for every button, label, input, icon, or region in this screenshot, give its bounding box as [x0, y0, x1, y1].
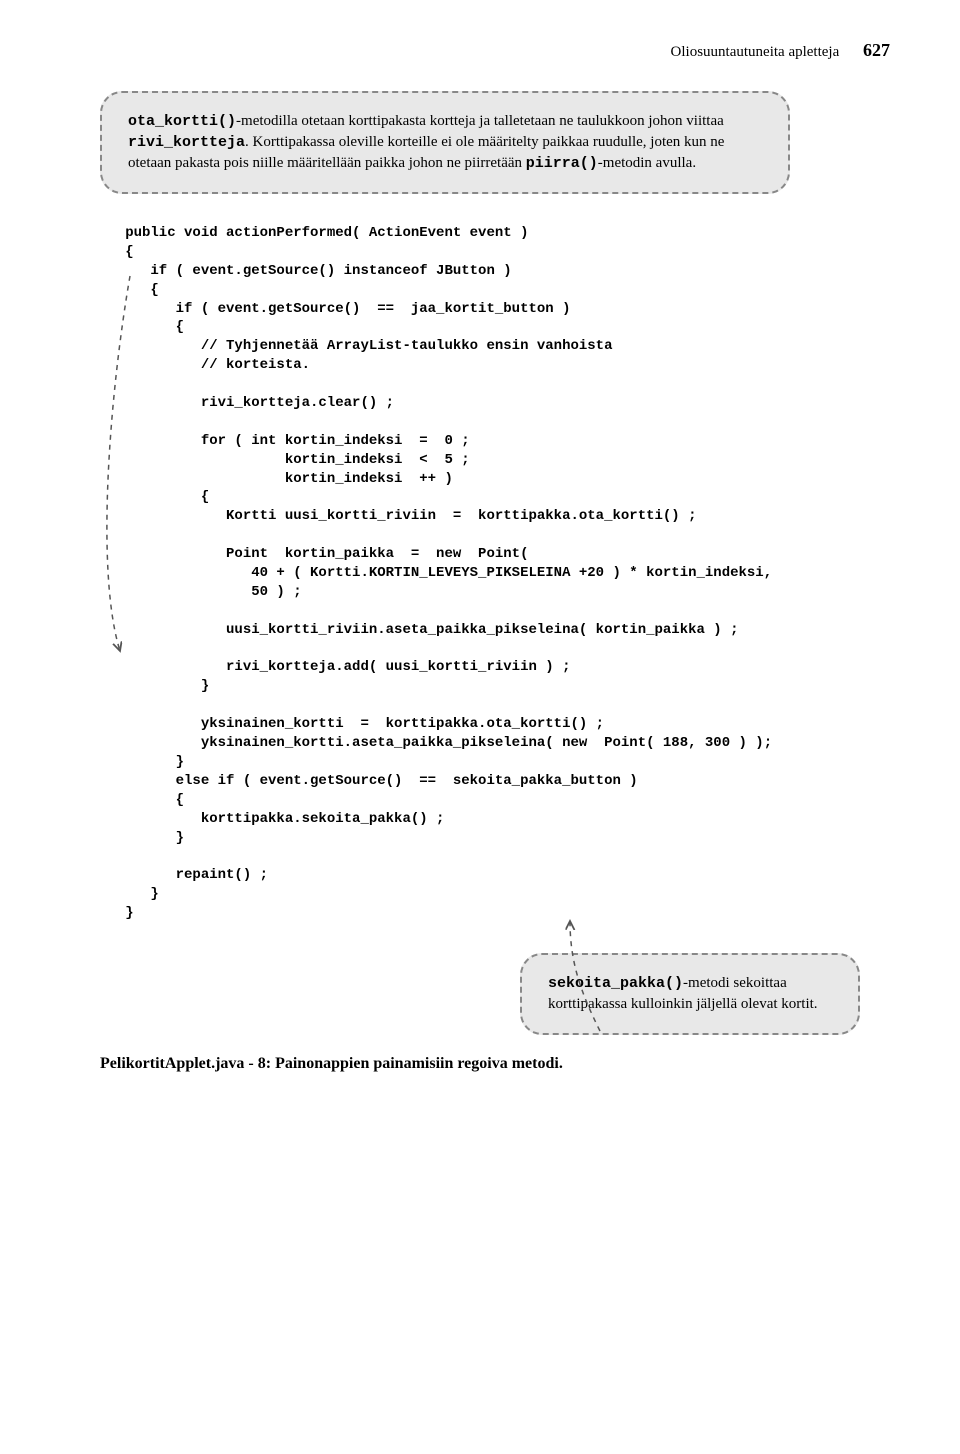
code-line: for ( int kortin_indeksi = 0 ; — [100, 433, 470, 449]
code-line: yksinainen_kortti.aseta_paikka_pikselein… — [100, 735, 772, 751]
code-token: piirra() — [526, 155, 598, 172]
code-line: public void actionPerformed( ActionEvent… — [100, 225, 528, 241]
code-line: if ( event.getSource() instanceof JButto… — [100, 263, 512, 279]
callout-box-bottom: sekoita_pakka()-metodi sekoittaa korttip… — [520, 953, 860, 1035]
code-line: uusi_kortti_riviin.aseta_paikka_pikselei… — [100, 622, 739, 638]
figure-caption: PelikortitApplet.java - 8: Painonappien … — [100, 1055, 890, 1073]
code-line: } — [100, 886, 159, 902]
code-line: Point kortin_paikka = new Point( — [100, 546, 528, 562]
code-token: rivi_kortteja — [128, 134, 245, 151]
code-line: korttipakka.sekoita_pakka() ; — [100, 811, 444, 827]
code-line: { — [100, 282, 159, 298]
code-line: rivi_kortteja.add( uusi_kortti_riviin ) … — [100, 659, 570, 675]
code-line: Kortti uusi_kortti_riviin = korttipakka.… — [100, 508, 697, 524]
code-line: 40 + ( Kortti.KORTIN_LEVEYS_PIKSELEINA +… — [100, 565, 772, 581]
code-line: yksinainen_kortti = korttipakka.ota_kort… — [100, 716, 604, 732]
code-line: } — [100, 905, 134, 921]
callout-text: -metodilla otetaan korttipakasta korttej… — [236, 113, 724, 129]
code-line: { — [100, 319, 184, 335]
running-header: Oliosuuntautuneita apletteja 627 — [100, 40, 890, 61]
code-token: ota_kortti() — [128, 113, 236, 130]
code-line: rivi_kortteja.clear() ; — [100, 395, 394, 411]
code-token: sekoita_pakka() — [548, 975, 683, 992]
code-line: { — [100, 792, 184, 808]
header-title: Oliosuuntautuneita apletteja — [671, 44, 840, 60]
code-line: else if ( event.getSource() == sekoita_p… — [100, 773, 638, 789]
code-line: 50 ) ; — [100, 584, 302, 600]
code-line: // Tyhjennetää ArrayList-taulukko ensin … — [100, 338, 612, 354]
code-line: } — [100, 678, 209, 694]
page-number: 627 — [863, 40, 890, 60]
code-line: kortin_indeksi < 5 ; — [100, 452, 470, 468]
code-line: repaint() ; — [100, 867, 268, 883]
code-line: if ( event.getSource() == jaa_kortit_but… — [100, 301, 570, 317]
code-block: public void actionPerformed( ActionEvent… — [100, 224, 890, 923]
code-line: // korteista. — [100, 357, 310, 373]
code-line: } — [100, 830, 184, 846]
code-line: { — [100, 489, 209, 505]
callout-box-top: ota_kortti()-metodilla otetaan korttipak… — [100, 91, 790, 194]
callout-text: -metodin avulla. — [598, 155, 696, 171]
code-line: } — [100, 754, 184, 770]
code-line: kortin_indeksi ++ ) — [100, 471, 453, 487]
code-line: { — [100, 244, 134, 260]
